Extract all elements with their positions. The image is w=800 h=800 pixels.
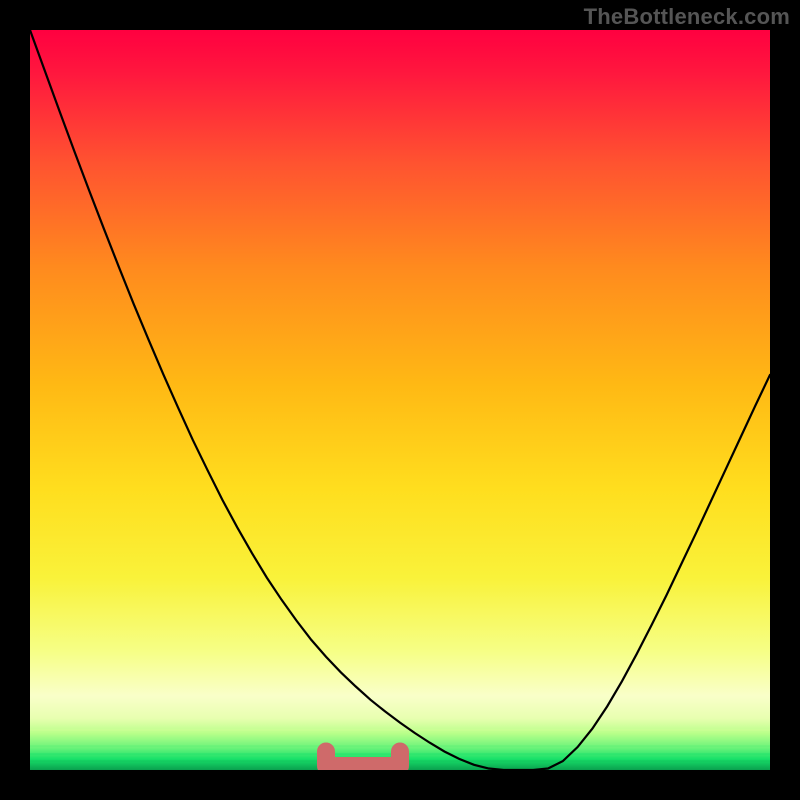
chart-frame: TheBottleneck.com xyxy=(0,0,800,800)
gradient-background xyxy=(30,30,770,770)
plot-area xyxy=(30,30,770,770)
plot-svg xyxy=(30,30,770,770)
watermark-text: TheBottleneck.com xyxy=(584,4,790,30)
